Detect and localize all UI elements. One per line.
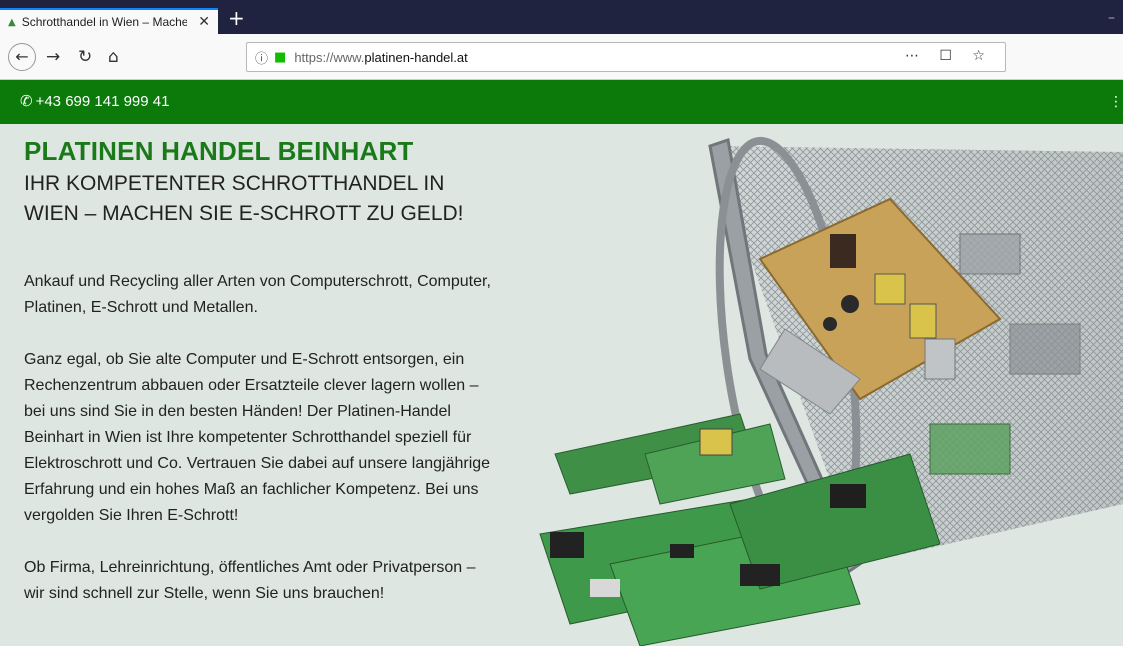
page-subtitle: IHR KOMPETENTER SCHROTTHANDEL IN WIEN – … — [24, 172, 464, 225]
browser-tab[interactable]: ▲ Schrotthandel in Wien – Mache ✕ — [0, 8, 218, 34]
menu-icon[interactable]: ⋮ — [1109, 94, 1123, 110]
url-text[interactable]: https://www.platinen-handel.at — [294, 50, 467, 65]
tab-title: Schrotthandel in Wien – Mache — [21, 15, 187, 29]
minimize-button[interactable]: – — [1108, 10, 1115, 26]
home-button[interactable]: ⌂ — [108, 47, 119, 67]
lock-icon[interactable]: ■ — [274, 50, 286, 65]
site-header: ✆ +43 699 141 999 41 ⋮ — [0, 80, 1123, 124]
info-icon[interactable]: ⓘ — [255, 48, 268, 67]
service-paragraph: Ob Firma, Lehreinrichtung, öffentliches … — [24, 559, 476, 602]
phone-number: +43 699 141 999 41 — [35, 93, 170, 110]
phone-link[interactable]: ✆ +43 699 141 999 41 — [20, 92, 169, 110]
reload-button[interactable]: ↻ — [78, 47, 92, 67]
intro-paragraph: Ankauf und Recycling aller Arten von Com… — [24, 273, 491, 316]
main-content: PLATINEN HANDEL BEINHART IHR KOMPETENTER… — [24, 136, 494, 607]
about-paragraph: Ganz egal, ob Sie alte Computer und E-Sc… — [24, 351, 491, 524]
hero-image — [539, 136, 1123, 646]
page-title: PLATINEN HANDEL BEINHART — [24, 136, 414, 166]
forward-button[interactable]: → — [46, 47, 60, 67]
new-tab-button[interactable]: + — [228, 8, 245, 28]
site-favicon-icon: ▲ — [8, 16, 16, 28]
page-actions-icons[interactable]: ⋯ ☐ ☆ — [905, 48, 993, 64]
address-bar[interactable]: ⓘ ■ https://www.platinen-handel.at ⋯ ☐ ☆ — [246, 42, 1006, 72]
back-button[interactable]: ← — [8, 43, 36, 71]
browser-tab-bar: ▲ Schrotthandel in Wien – Mache ✕ + – — [0, 0, 1123, 34]
browser-nav-bar: ← → ↻ ⌂ ⓘ ■ https://www.platinen-handel.… — [0, 34, 1123, 80]
phone-icon: ✆ — [20, 93, 33, 110]
tab-close-icon[interactable]: ✕ — [198, 14, 210, 30]
